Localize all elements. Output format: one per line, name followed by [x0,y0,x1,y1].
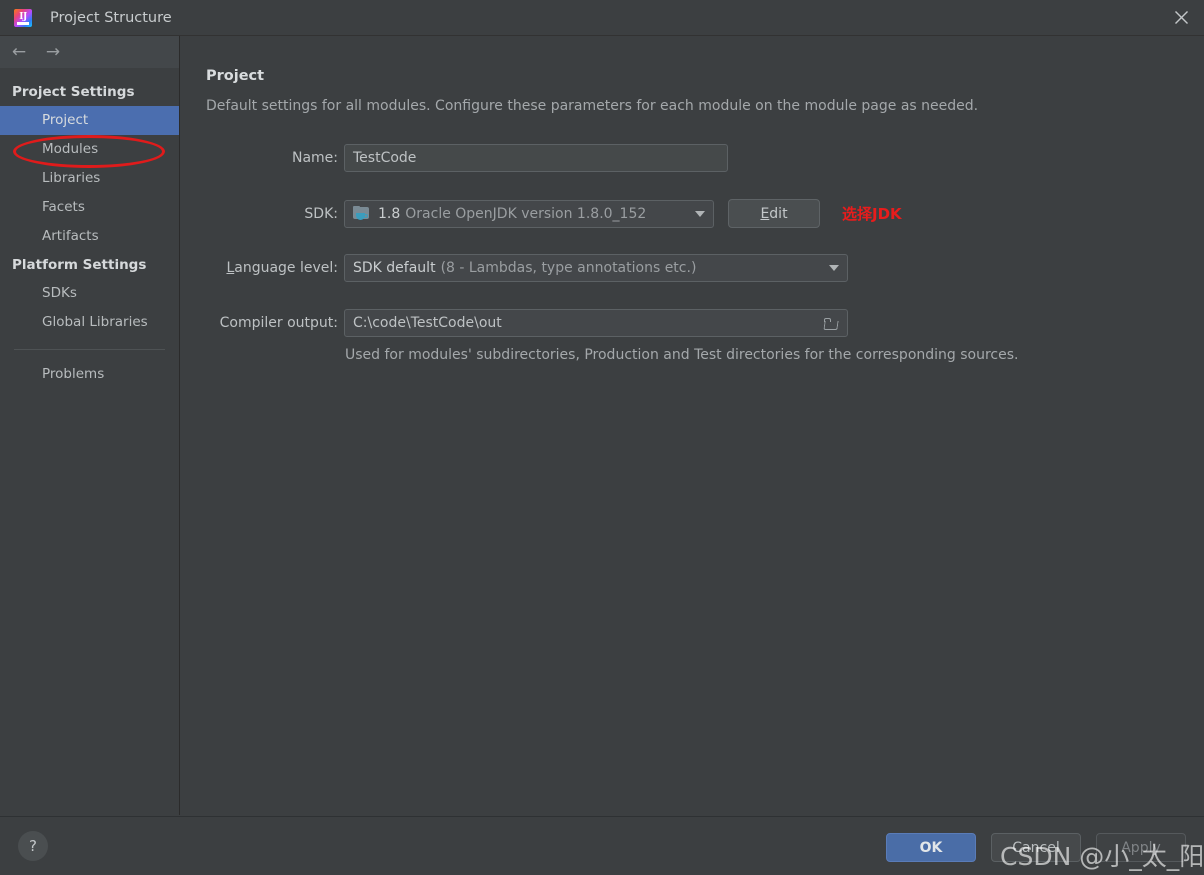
compiler-output-row: Compiler output: C:\code\TestCode\out [206,309,848,337]
language-level-detail: (8 - Lambdas, type annotations etc.) [440,260,697,276]
sidebar-group-project-settings: Project Settings [12,84,135,100]
cancel-button[interactable]: Cancel [991,833,1081,862]
edit-sdk-button[interactable]: Edit [728,199,820,228]
sidebar-item-artifacts[interactable]: Artifacts [0,222,179,251]
edit-button-label: dit [769,205,788,222]
language-level-value: SDK default [353,260,436,276]
close-icon[interactable] [1158,0,1204,35]
arrow-right-icon[interactable]: → [44,43,62,61]
compiler-output-input[interactable]: C:\code\TestCode\out [344,309,848,337]
sidebar: ← → Project Settings Project Modules Lib… [0,36,180,815]
language-level-row: Language level: SDK default (8 - Lambdas… [206,254,848,282]
arrow-left-icon[interactable]: ← [10,43,28,61]
language-level-label: Language level: [206,260,338,276]
sidebar-item-libraries[interactable]: Libraries [0,164,179,193]
help-question-icon[interactable]: ? [18,831,48,861]
name-label: Name: [291,150,338,166]
sdk-annotation-note: 选择JDK [842,205,902,223]
sidebar-item-project[interactable]: Project [0,106,179,135]
project-structure-dialog: IJ Project Structure ← → Project Setting… [0,0,1204,875]
page-title: Project [206,68,265,84]
sidebar-item-global-libraries[interactable]: Global Libraries [0,308,179,337]
browse-folder-icon[interactable] [823,317,839,330]
intellij-idea-logo-icon: IJ [14,8,32,27]
sidebar-item-facets[interactable]: Facets [0,193,179,222]
sdk-label: SDK: [304,205,338,222]
chevron-down-icon [695,210,705,217]
compiler-output-hint: Used for modules' subdirectories, Produc… [345,347,1019,363]
chevron-down-icon [829,265,839,271]
page-description: Default settings for all modules. Config… [206,98,979,114]
main-panel: Project Default settings for all modules… [181,36,1204,815]
java-sdk-folder-icon [353,206,371,221]
sdk-dropdown[interactable]: 1.8 Oracle OpenJDK version 1.8.0_152 [344,199,714,228]
name-input-value: TestCode [353,150,417,166]
sidebar-group-platform-settings: Platform Settings [12,257,147,273]
language-level-label-rest: anguage level: [234,260,338,276]
compiler-output-value: C:\code\TestCode\out [353,315,502,331]
logo-bar [17,21,29,25]
language-level-dropdown[interactable]: SDK default (8 - Lambdas, type annotatio… [344,254,848,282]
apply-button[interactable]: Apply [1096,833,1186,862]
sidebar-nav-strip: ← → [0,36,179,68]
sidebar-divider [14,349,165,350]
sidebar-list: Project Settings Project Modules Librari… [0,68,179,389]
edit-button-mnemonic: E [760,205,770,222]
sdk-version: 1.8 [378,205,401,222]
compiler-output-label: Compiler output: [219,315,338,331]
title-bar: IJ Project Structure [0,0,1204,36]
sdk-row: SDK: 1.8 Oracle OpenJDK version 1.8.0_15… [206,199,902,228]
ok-button[interactable]: OK [886,833,976,862]
sdk-detail: Oracle OpenJDK version 1.8.0_152 [405,205,647,222]
window-title: Project Structure [50,9,172,26]
sidebar-item-modules[interactable]: Modules [0,135,179,164]
sidebar-item-problems[interactable]: Problems [0,360,179,389]
dialog-footer: ? OK Cancel Apply [0,816,1204,875]
sidebar-item-sdks[interactable]: SDKs [0,279,179,308]
name-row: Name: TestCode [206,144,728,172]
name-input[interactable]: TestCode [344,144,728,172]
